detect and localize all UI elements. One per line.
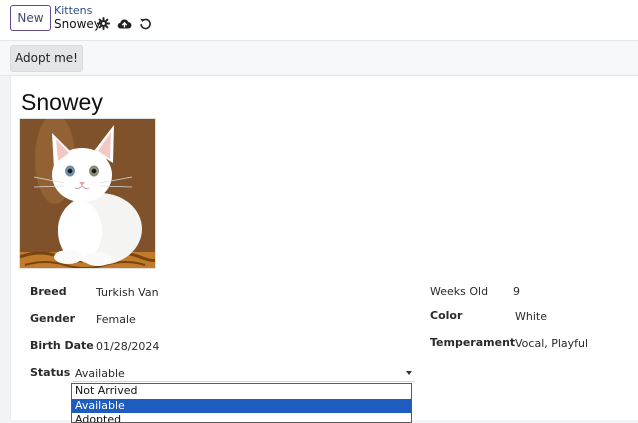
status-option-adopted[interactable]: Adopted [72,413,411,422]
action-bar: Adopt me! [0,41,638,76]
weeks-old-label: Weeks Old [430,285,489,298]
weeks-old-value: 9 [513,285,520,298]
gender-value[interactable]: Female [96,313,136,326]
birth-date-label: Birth Date [30,339,94,352]
gender-label: Gender [30,312,76,325]
breadcrumb-parent-link[interactable]: Kittens [54,4,92,17]
breed-value[interactable]: Turkish Van [96,286,159,299]
status-select[interactable]: Available [72,364,415,382]
undo-icon[interactable] [139,17,152,30]
color-value[interactable]: White [515,310,547,323]
status-label: Status [30,366,71,379]
chevron-down-icon[interactable] [406,371,412,375]
cloud-upload-icon[interactable] [117,17,132,30]
breadcrumb-current: Snowey [54,17,101,31]
birth-date-value[interactable]: 01/28/2024 [96,340,159,353]
control-panel: New Kittens Snowey [0,0,638,41]
kitten-photo[interactable] [19,118,156,269]
status-dropdown-list: Not Arrived Available Adopted [71,383,412,423]
color-label: Color [430,309,463,322]
status-selected-value: Available [75,367,125,380]
kitten-image-icon [20,119,155,268]
temperament-value[interactable]: Vocal, Playful [515,337,588,350]
breed-label: Breed [30,285,67,298]
gear-icon[interactable] [97,17,110,30]
status-option-not-arrived[interactable]: Not Arrived [72,384,411,398]
adopt-me-button[interactable]: Adopt me! [10,45,83,72]
status-option-available[interactable]: Available [72,399,411,413]
new-button[interactable]: New [10,5,51,31]
record-title: Snowey [21,89,103,115]
temperament-label: Temperament [430,336,516,349]
